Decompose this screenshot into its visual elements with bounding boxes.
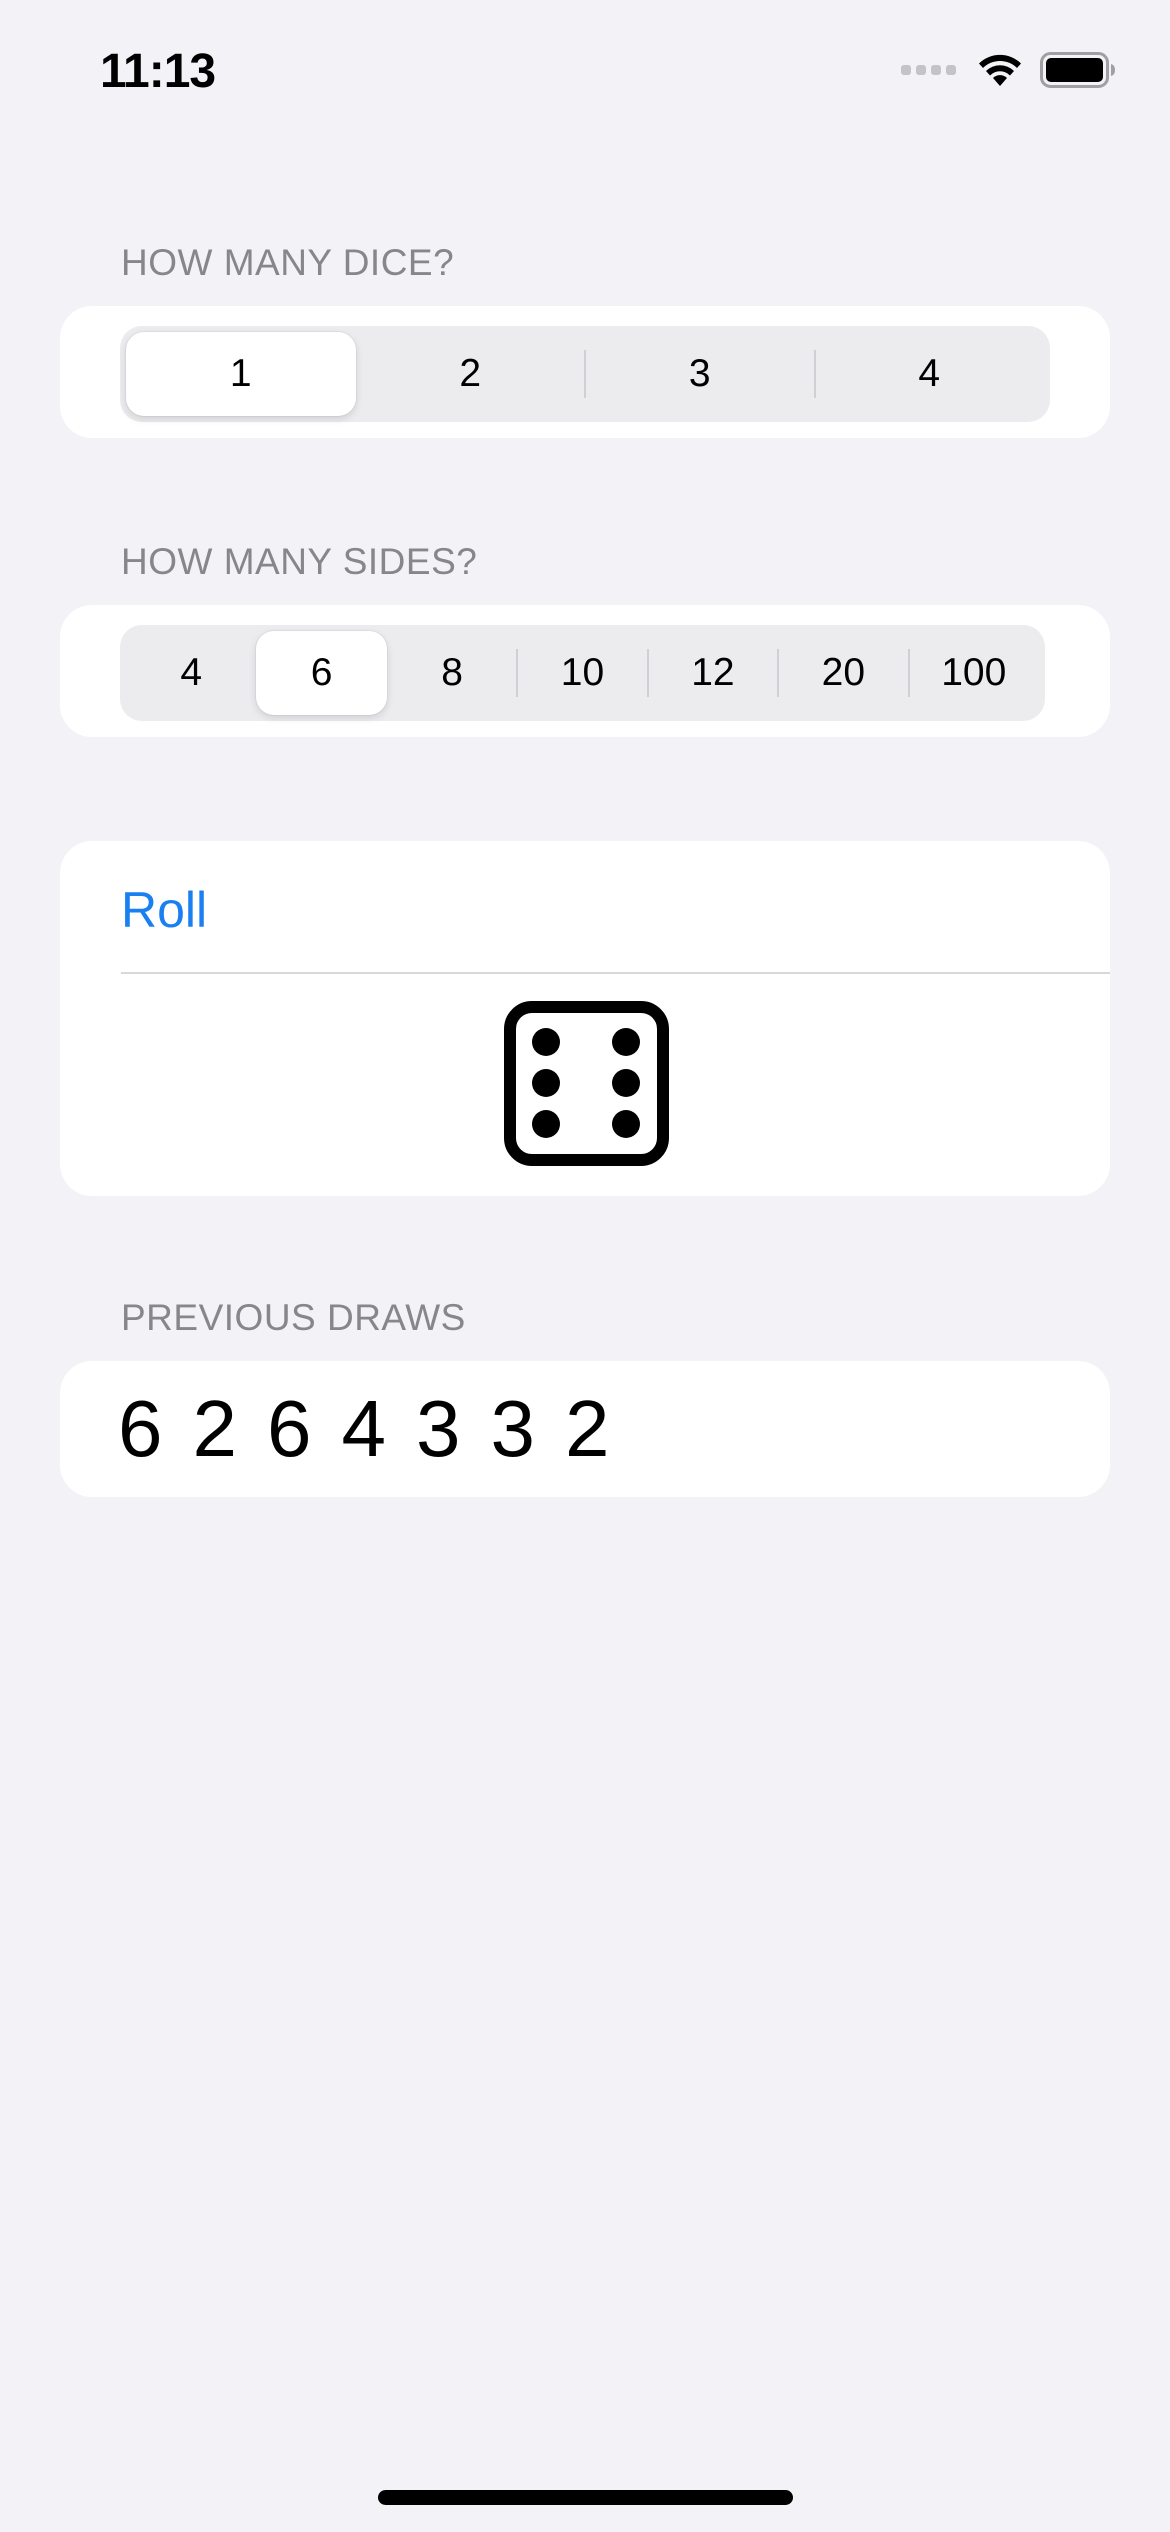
wifi-icon (979, 54, 1021, 86)
sides-option-8[interactable]: 8 (387, 631, 517, 715)
dice-count-option-3[interactable]: 3 (584, 332, 815, 416)
sides-count-card: 4 6 8 10 12 20 100 (60, 605, 1110, 737)
draw-value: 6 (118, 1384, 163, 1473)
battery-icon (1040, 52, 1115, 88)
draw-value: 6 (267, 1384, 312, 1473)
die-face-6-icon (504, 1001, 669, 1166)
dice-count-option-4[interactable]: 4 (813, 332, 1045, 416)
status-time: 11:13 (100, 45, 216, 98)
sides-option-20[interactable]: 20 (777, 631, 908, 715)
roll-card: Roll (60, 841, 1110, 1196)
home-indicator[interactable] (378, 2490, 793, 2505)
roll-divider (121, 972, 1110, 974)
previous-draws-card: 6 2 6 4 3 3 2 (60, 1361, 1110, 1497)
previous-draws-header: PREVIOUS DRAWS (121, 1297, 466, 1338)
sides-option-12[interactable]: 12 (646, 631, 778, 715)
dice-count-option-1[interactable]: 1 (126, 332, 356, 416)
cellular-signal-icon (901, 65, 956, 75)
roll-button[interactable]: Roll (121, 881, 207, 939)
draw-value: 4 (341, 1384, 387, 1473)
dice-count-option-2[interactable]: 2 (356, 332, 586, 416)
dice-count-card: 1 2 3 4 (60, 306, 1110, 438)
draw-value: 2 (565, 1384, 610, 1473)
sides-option-4[interactable]: 4 (126, 631, 256, 715)
draw-value: 3 (490, 1384, 536, 1473)
sides-count-picker[interactable]: 4 6 8 10 12 20 100 (120, 625, 1045, 721)
previous-draws-list: 6 2 6 4 3 3 2 (118, 1383, 610, 1475)
sides-option-10[interactable]: 10 (516, 631, 647, 715)
status-icons (901, 52, 1116, 88)
draw-value: 2 (192, 1384, 238, 1473)
draw-value: 3 (416, 1384, 461, 1473)
sides-count-header: HOW MANY SIDES? (121, 541, 478, 582)
sides-option-100[interactable]: 100 (907, 631, 1039, 715)
sides-option-6[interactable]: 6 (256, 631, 387, 715)
dice-count-picker[interactable]: 1 2 3 4 (120, 326, 1050, 422)
dice-count-header: HOW MANY DICE? (121, 242, 455, 283)
